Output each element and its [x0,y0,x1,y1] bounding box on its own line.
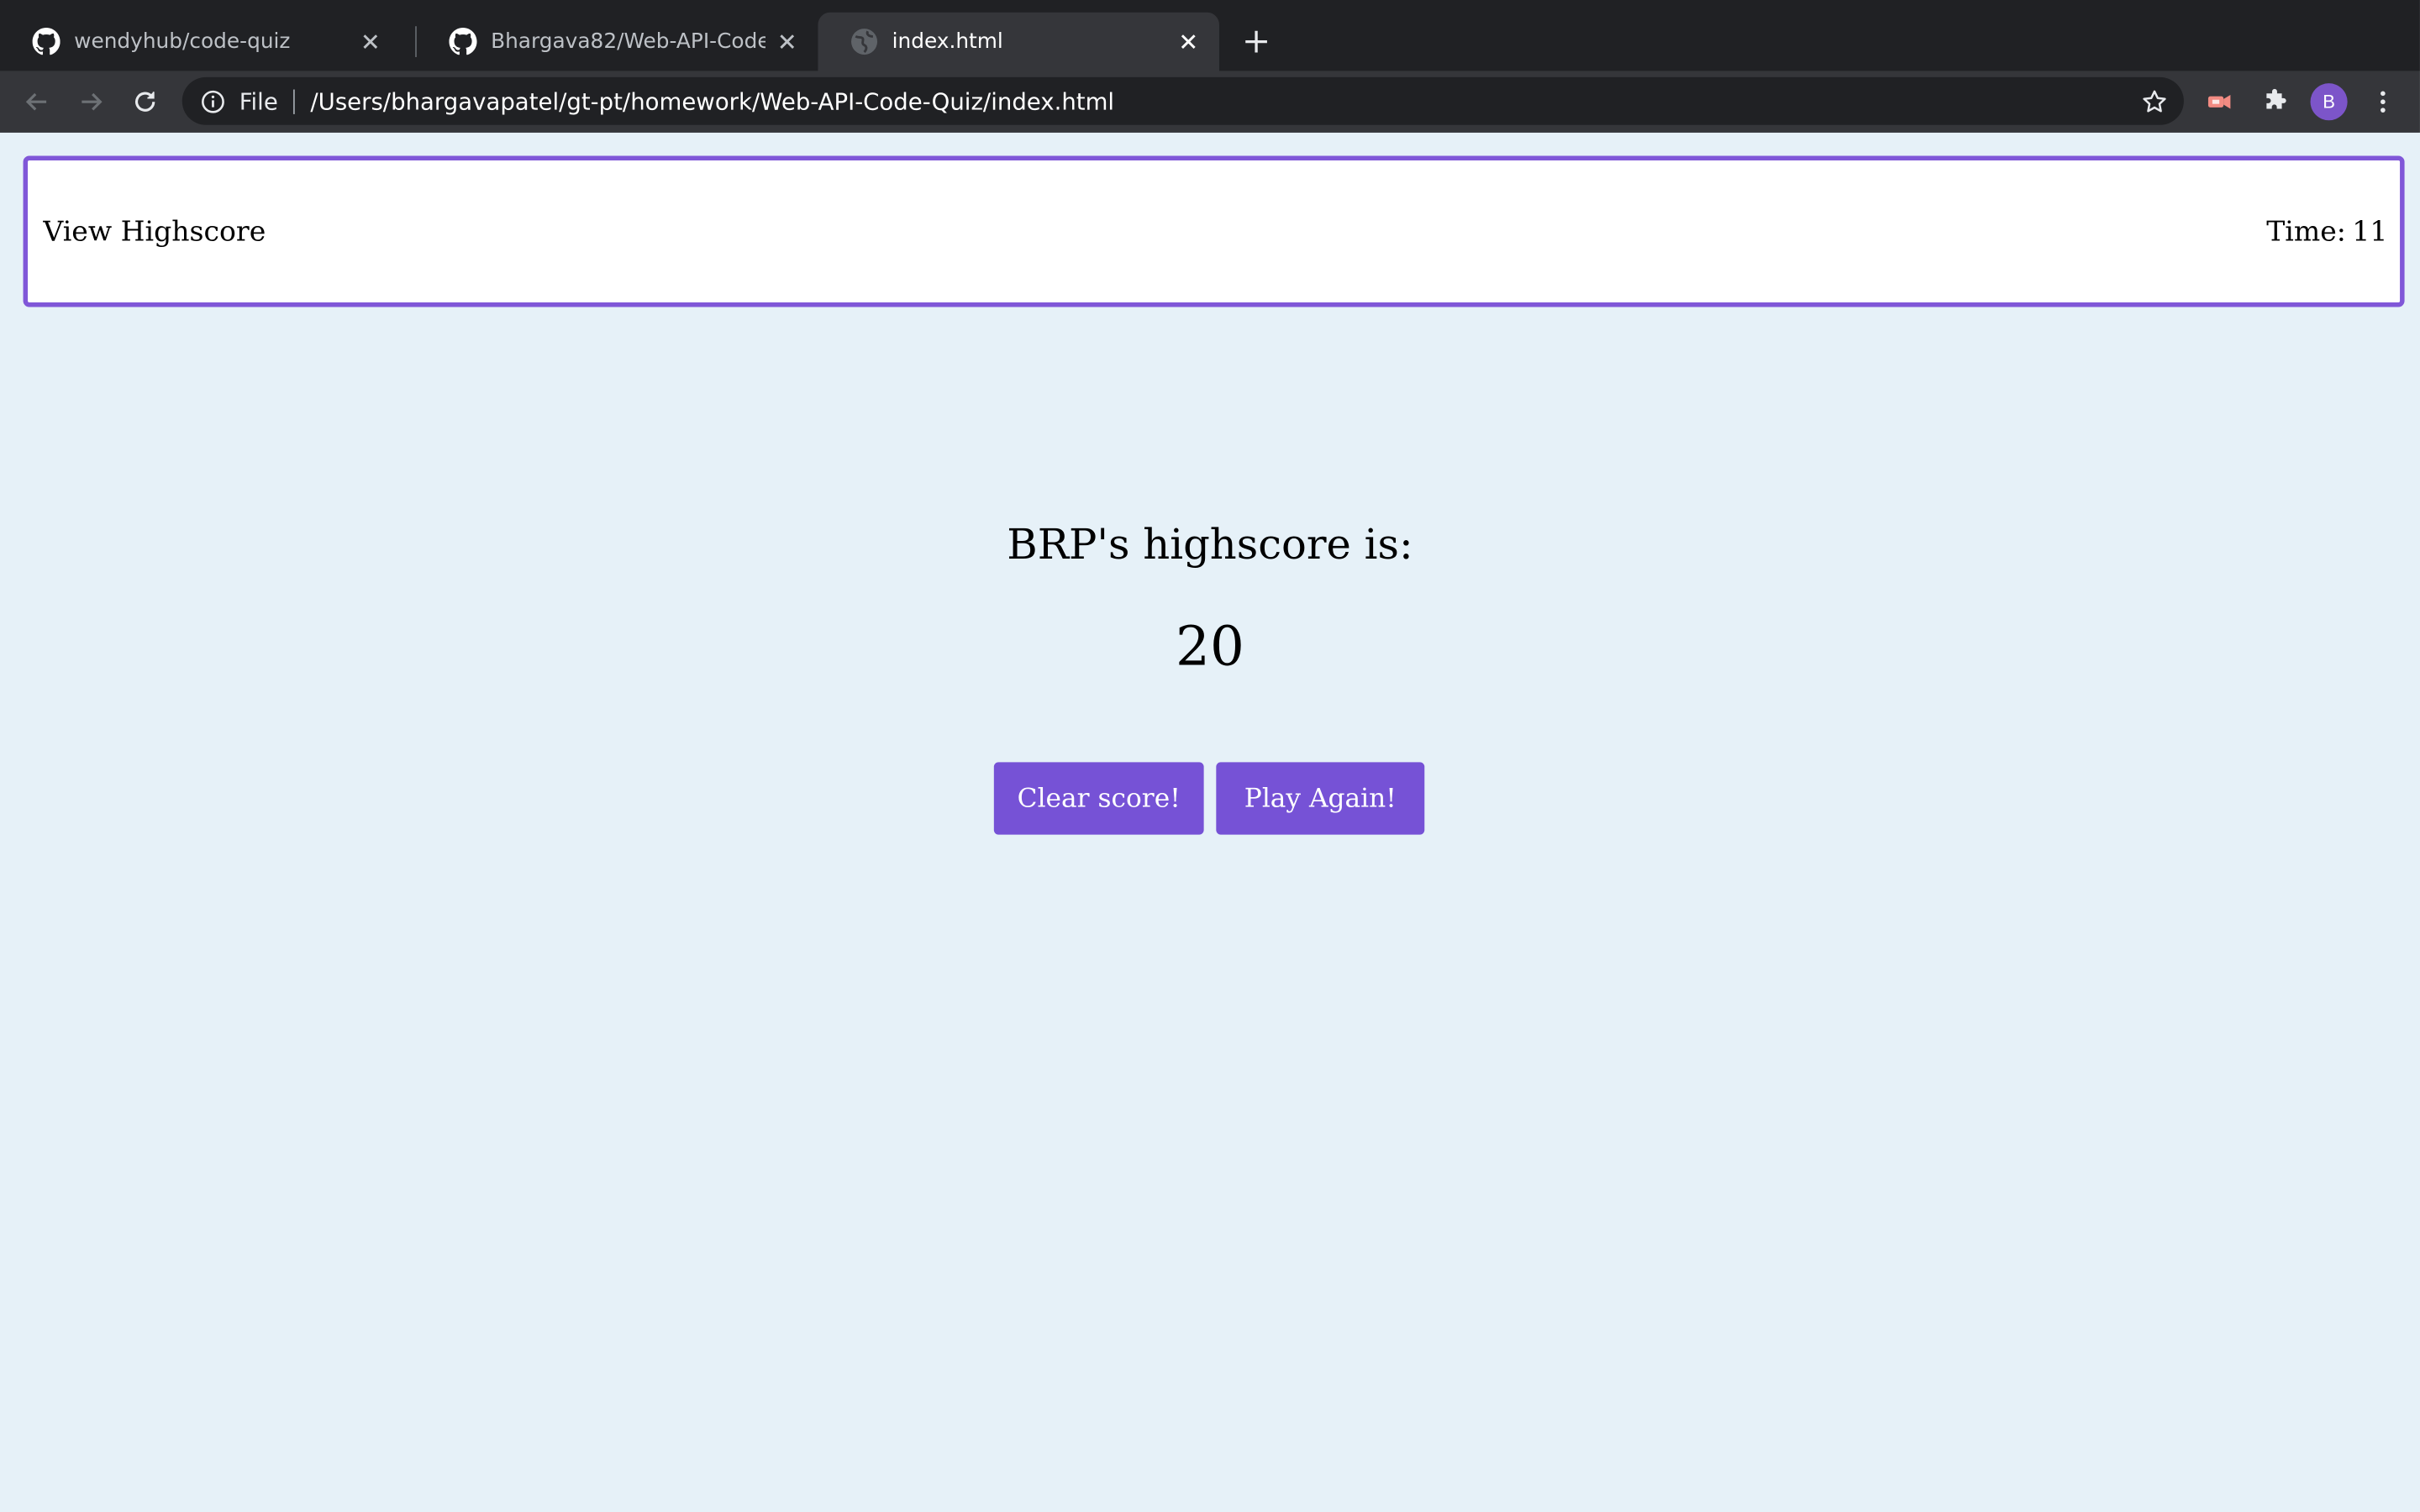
github-icon [449,28,477,55]
browser-tab-strip: wendyhub/code-quiz Bhargava82/Web-API-Co… [0,0,2420,71]
github-icon [32,28,60,55]
close-icon[interactable] [1176,29,1201,54]
bookmark-star-icon[interactable] [2141,88,2169,116]
timer-label: Time: [2266,216,2346,249]
timer-value: 11 [2352,216,2388,249]
clear-score-button[interactable]: Clear score! [993,762,1204,835]
play-again-button[interactable]: Play Again! [1216,762,1425,835]
browser-toolbar: File /Users/bhargavapatel/gt-pt/homework… [0,71,2420,133]
globe-icon [851,29,878,55]
tab-title: Bhargava82/Web-API-Code-Quiz [491,29,765,55]
quiz-header: View Highscore Time: 11 [23,155,2405,307]
timer-display: Time: 11 [2266,216,2387,249]
view-highscore-link[interactable]: View Highscore [43,216,266,249]
close-icon[interactable] [775,29,799,54]
back-arrow-icon[interactable] [22,87,53,118]
screen-recorder-extension-icon[interactable] [2206,88,2233,116]
tab-web-api-code-quiz[interactable]: Bhargava82/Web-API-Code-Quiz [417,13,818,71]
extensions-puzzle-icon[interactable] [2261,88,2289,116]
forward-arrow-icon[interactable] [76,87,107,118]
tab-title: wendyhub/code-quiz [74,29,291,55]
address-bar[interactable]: File /Users/bhargavapatel/gt-pt/homework… [182,76,2184,125]
page-content: View Highscore Time: 11 BRP's highscore i… [0,132,2420,1512]
info-icon[interactable] [201,89,225,113]
more-menu-icon[interactable] [2369,88,2396,116]
tab-index-html[interactable]: index.html [818,12,1219,71]
profile-avatar[interactable]: B [2310,83,2348,121]
url-scheme-label: File [239,87,278,115]
tab-wendyhub-code-quiz[interactable]: wendyhub/code-quiz [0,13,402,71]
address-divider [293,88,296,113]
url-text[interactable]: /Users/bhargavapatel/gt-pt/homework/Web-… [310,87,1114,115]
tab-title: index.html [892,29,1003,55]
close-icon[interactable] [358,29,382,54]
highscore-value: 20 [1176,617,1244,680]
reload-icon[interactable] [129,87,160,118]
highscore-title: BRP's highscore is: [1007,521,1413,570]
new-tab-icon[interactable] [1241,26,1272,57]
